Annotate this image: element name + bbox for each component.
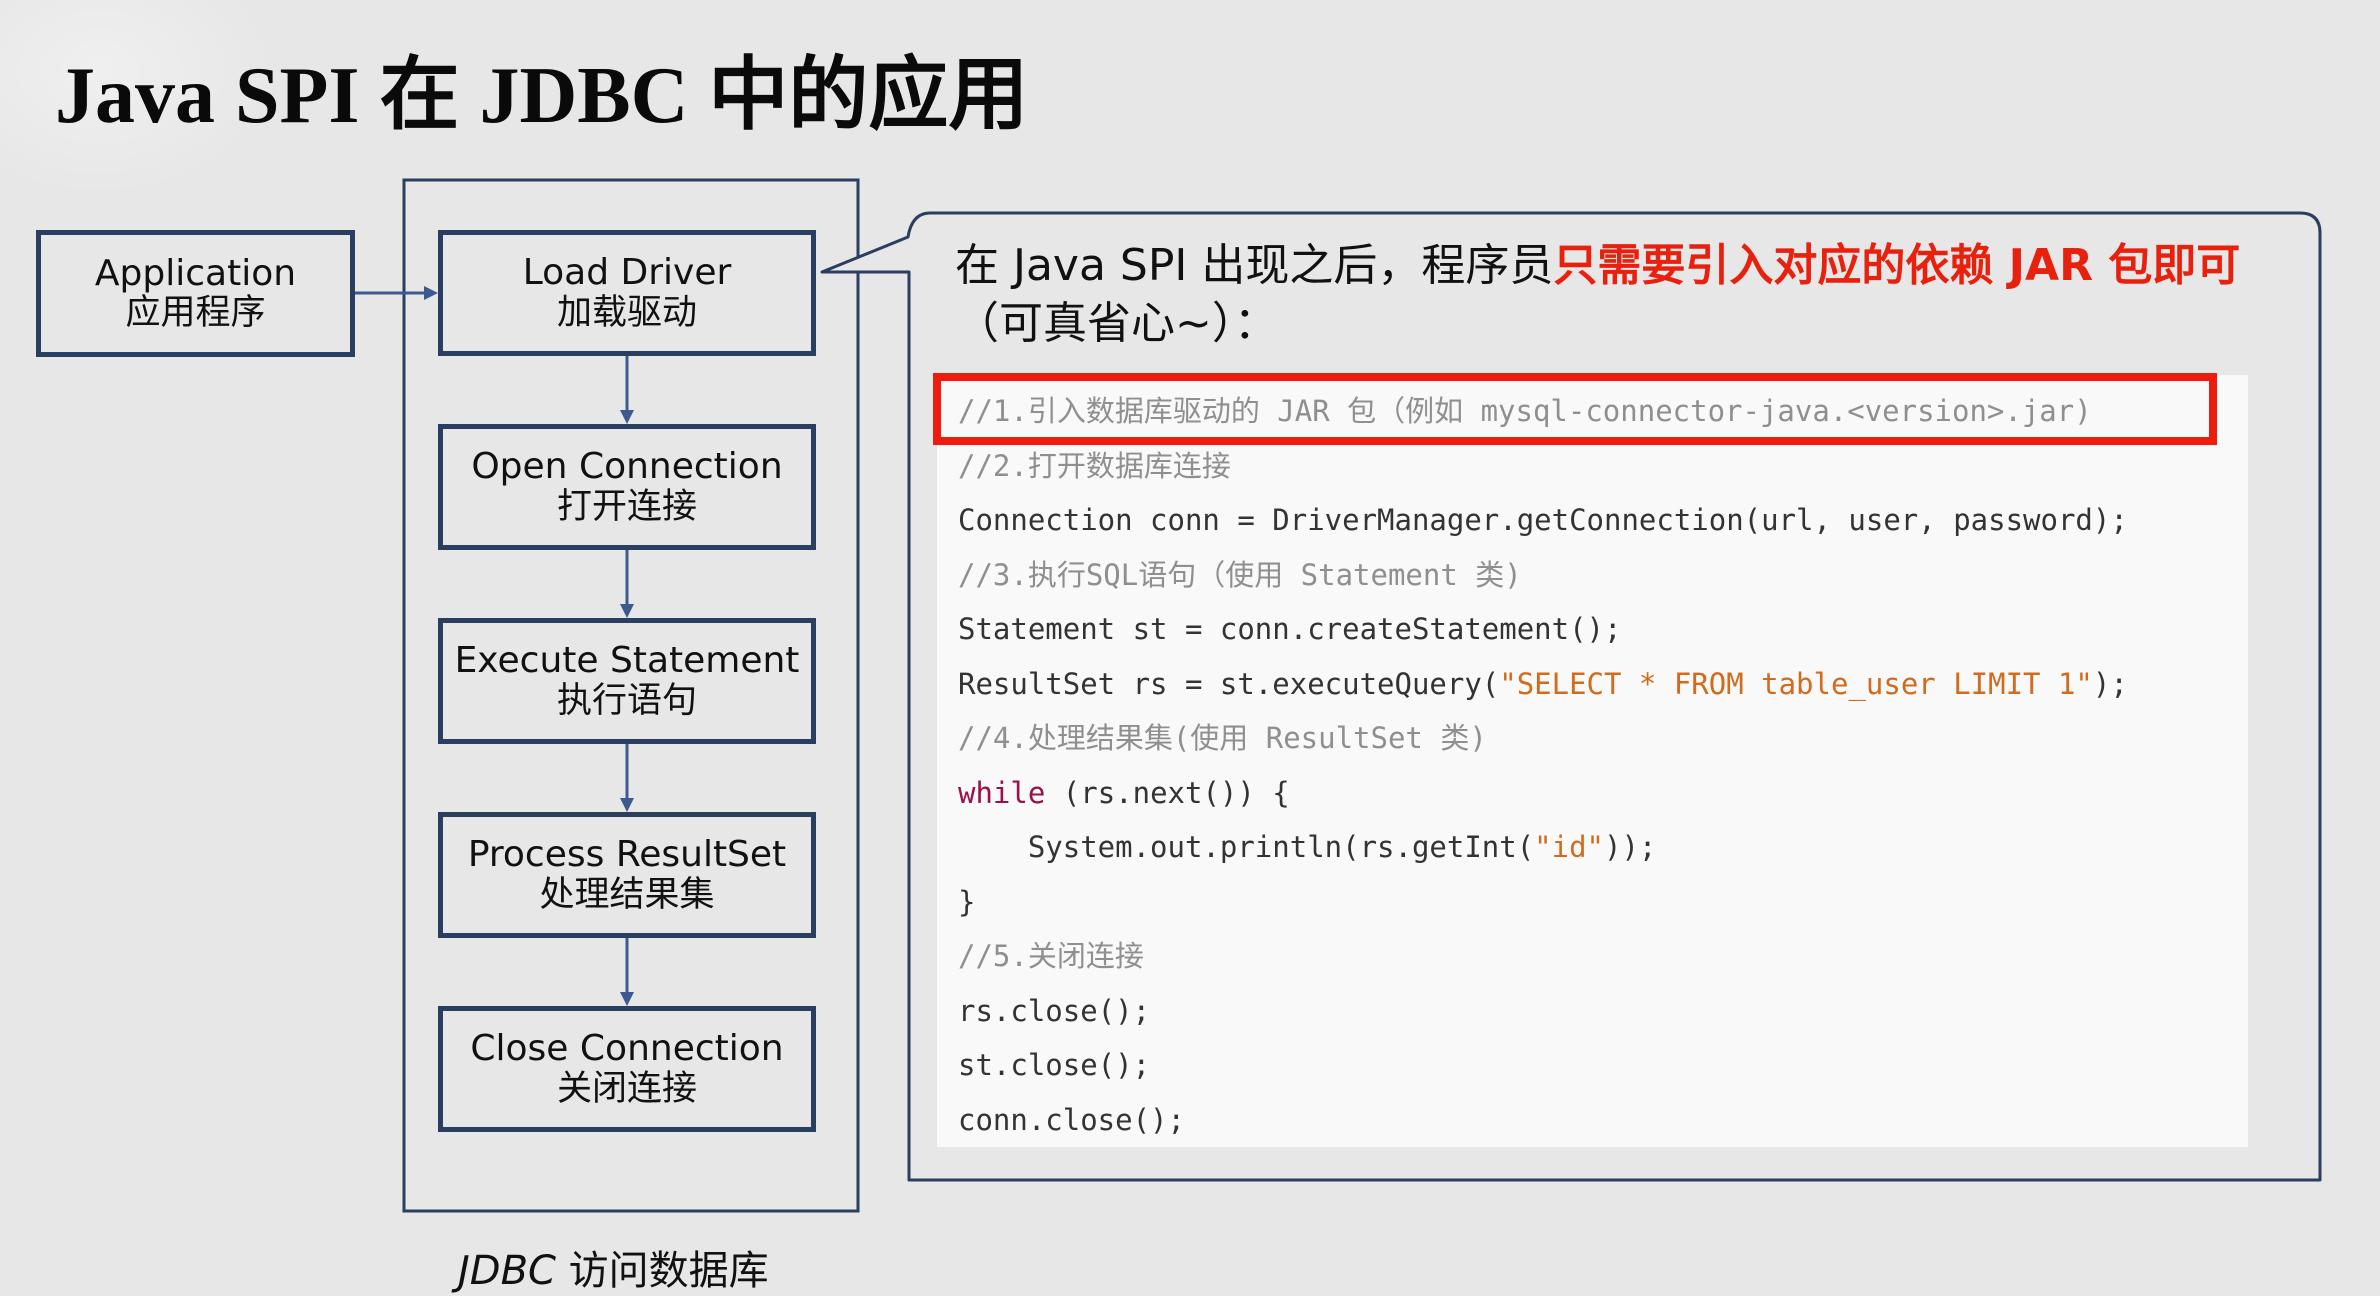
arrowhead-open-to-exec xyxy=(620,604,634,618)
code-text: Connection conn = DriverManager.getConne… xyxy=(958,503,2128,537)
caption-zh: 访问数据库 xyxy=(555,1248,769,1294)
step-label-zh: 处理结果集 xyxy=(539,874,715,915)
code-line: //3.执行SQL语句（使用 Statement 类) xyxy=(958,548,2128,603)
code-text: conn.close(); xyxy=(958,1102,1185,1137)
callout-highlight: 只需要引入对应的依赖 JAR 包即可 xyxy=(1553,240,2241,291)
step-open-connection: Open Connection 打开连接 xyxy=(438,424,816,550)
arrowhead-exec-to-process xyxy=(620,798,634,812)
application-box: Application 应用程序 xyxy=(36,230,355,357)
code-text: (rs.next()) { xyxy=(1045,775,1290,810)
application-label: Application xyxy=(94,252,297,294)
code-text: )); xyxy=(1604,830,1657,864)
code-line: //1.引入数据库驱动的 JAR 包（例如 mysql-connector-ja… xyxy=(958,384,2128,439)
code-text: } xyxy=(958,884,976,919)
arrowhead-app-to-load xyxy=(424,286,438,300)
code-line: //2.打开数据库连接 xyxy=(958,439,2128,494)
code-block: //1.引入数据库驱动的 JAR 包（例如 mysql-connector-ja… xyxy=(958,384,2128,1147)
code-text: Statement st = conn.createStatement(); xyxy=(958,612,1622,646)
code-line: //4.处理结果集(使用 ResultSet 类) xyxy=(958,711,2128,766)
code-line: ResultSet rs = st.executeQuery("SELECT *… xyxy=(958,657,2128,712)
jdbc-group-caption: JDBC 访问数据库 xyxy=(458,1238,769,1296)
code-line: Statement st = conn.createStatement(); xyxy=(958,602,2128,657)
code-line: System.out.println(rs.getInt("id")); xyxy=(958,820,2128,875)
code-text: System.out.println(rs.getInt( xyxy=(958,830,1535,864)
code-text: st.close(); xyxy=(958,1048,1151,1082)
code-comment: //1.引入数据库驱动的 JAR 包（例如 mysql-connector-ja… xyxy=(958,394,2092,428)
callout-outro: （可真省心~）： xyxy=(955,298,1278,349)
step-label-zh: 关闭连接 xyxy=(556,1068,697,1109)
callout-intro: 在 Java SPI 出现之后，程序员 xyxy=(955,240,1554,291)
step-label: Load Driver xyxy=(522,252,732,294)
code-keyword: while xyxy=(958,775,1046,810)
callout-heading: 在 Java SPI 出现之后，程序员只需要引入对应的依赖 JAR 包即可 （可真… xyxy=(955,237,2295,353)
code-string: "id" xyxy=(1534,830,1605,864)
step-close-connection: Close Connection 关闭连接 xyxy=(438,1006,816,1132)
code-line: st.close(); xyxy=(958,1038,2128,1093)
code-comment: //2.打开数据库连接 xyxy=(958,448,1231,483)
step-process-resultset: Process ResultSet 处理结果集 xyxy=(438,812,816,938)
code-comment: //4.处理结果集(使用 ResultSet 类) xyxy=(958,721,1487,755)
step-label: Close Connection xyxy=(470,1028,784,1070)
arrowhead-load-to-open xyxy=(620,410,634,424)
step-label-zh: 打开连接 xyxy=(556,486,697,527)
code-line: Connection conn = DriverManager.getConne… xyxy=(958,493,2128,548)
code-line: //5.关闭连接 xyxy=(958,929,2128,984)
code-text: ); xyxy=(2092,666,2128,701)
code-comment: //3.执行SQL语句（使用 Statement 类) xyxy=(958,557,1522,592)
step-label-zh: 执行语句 xyxy=(556,680,697,721)
code-string: "SELECT * FROM table_user LIMIT 1" xyxy=(1499,666,2093,701)
code-line: conn.close(); xyxy=(958,1093,2128,1148)
step-label: Open Connection xyxy=(471,446,783,488)
code-text: ResultSet rs = st.executeQuery( xyxy=(958,666,1500,701)
step-label-zh: 加载驱动 xyxy=(556,292,697,333)
step-load-driver: Load Driver 加载驱动 xyxy=(438,230,816,356)
code-line: } xyxy=(958,875,2128,930)
code-text: rs.close(); xyxy=(958,993,1151,1028)
step-label: Execute Statement xyxy=(454,640,800,682)
step-execute-statement: Execute Statement 执行语句 xyxy=(438,618,816,744)
application-label-zh: 应用程序 xyxy=(125,293,266,334)
code-line: rs.close(); xyxy=(958,984,2128,1039)
step-label: Process ResultSet xyxy=(467,834,787,876)
arrowhead-process-to-close xyxy=(620,992,634,1006)
caption-jdbc: JDBC xyxy=(458,1248,556,1294)
subtitle-partial xyxy=(1105,1283,1505,1293)
code-line: while (rs.next()) { xyxy=(958,766,2128,821)
code-comment: //5.关闭连接 xyxy=(958,939,1144,973)
